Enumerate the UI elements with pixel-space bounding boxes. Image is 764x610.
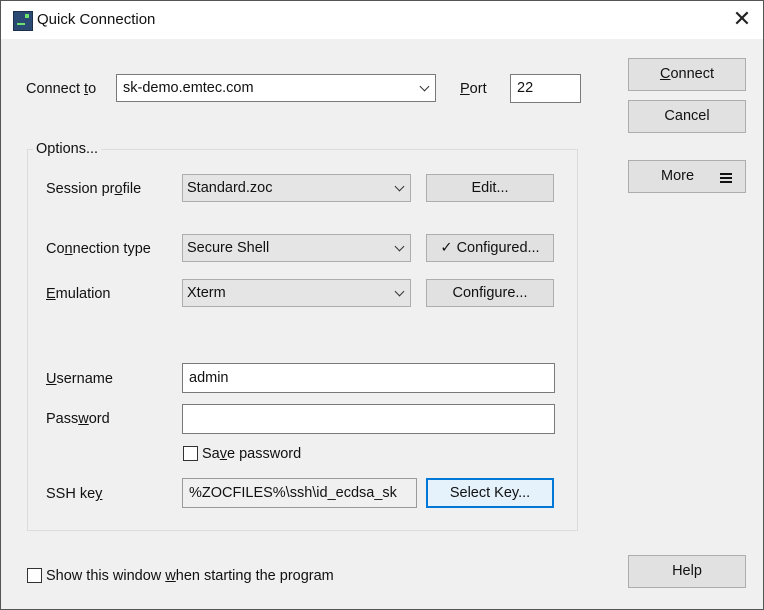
host-combobox[interactable]: sk-demo.emtec.com [116, 74, 436, 102]
connection-type-label-text: Co [46, 241, 65, 257]
close-icon[interactable]: ✕ [725, 5, 759, 35]
show-window-label-text-end: hen starting the program [175, 568, 334, 584]
session-profile-value: Standard.zoc [187, 180, 273, 196]
cancel-button[interactable]: Cancel [628, 100, 746, 133]
port-label-text: ort [469, 81, 487, 97]
app-icon-bar [17, 23, 25, 25]
session-profile-label-accelerator: o [114, 181, 123, 197]
username-label-text: sername [56, 371, 113, 387]
connect-to-label: Connect to [26, 81, 96, 97]
connect-to-label-text: Connect [26, 81, 85, 97]
emulation-label-accelerator: E [46, 286, 56, 302]
connection-type-label: Connection type [46, 241, 151, 257]
save-password-label-text-end: e password [227, 446, 302, 462]
show-window-label[interactable]: Show this window when starting the progr… [46, 568, 334, 584]
ssh-key-label-accelerator: y [95, 486, 103, 502]
session-profile-label: Session profile [46, 181, 141, 197]
options-group [27, 149, 578, 531]
save-password-label-accelerator: v [219, 446, 227, 462]
save-password-label[interactable]: Save password [202, 446, 301, 462]
more-button-label: More [661, 168, 695, 184]
connection-type-dropdown[interactable]: Secure Shell [182, 234, 411, 262]
chevron-down-icon[interactable] [394, 241, 405, 252]
title-bar: Quick Connection ✕ [1, 1, 763, 39]
connect-button-label: onnect [670, 66, 715, 82]
host-value: sk-demo.emtec.com [123, 80, 254, 96]
username-label-accelerator: U [46, 371, 57, 387]
port-label-accelerator: P [460, 81, 470, 97]
more-button[interactable]: More [628, 160, 746, 193]
connect-button[interactable]: Connect [628, 58, 746, 91]
edit-profile-button[interactable]: Edit... [426, 174, 554, 202]
connection-type-value: Secure Shell [187, 240, 270, 256]
password-label-text: Pass [46, 411, 79, 427]
show-window-label-text: Show this window [46, 568, 166, 584]
show-window-label-accelerator: w [165, 568, 176, 584]
chevron-down-icon[interactable] [394, 181, 405, 192]
password-field[interactable] [182, 404, 555, 434]
connect-to-label-text-end: o [88, 81, 97, 97]
password-label-text-end: ord [88, 411, 110, 427]
ssh-key-label-text: SSH ke [46, 486, 96, 502]
username-field[interactable]: admin [182, 363, 555, 393]
port-label: Port [460, 81, 487, 97]
emulation-label: Emulation [46, 286, 110, 302]
emulation-dropdown[interactable]: Xterm [182, 279, 411, 307]
window-title: Quick Connection [37, 11, 156, 28]
ssh-key-path-field[interactable]: %ZOCFILES%\ssh\id_ecdsa_sk [182, 478, 417, 508]
hamburger-menu-icon [720, 173, 732, 183]
emulation-value: Xterm [187, 285, 226, 301]
quick-connection-dialog: Quick Connection ✕ Connect to sk-demo.em… [0, 0, 764, 610]
username-label: Username [46, 371, 113, 387]
configured-button[interactable]: ✓ Configured... [426, 234, 554, 262]
chevron-down-icon[interactable] [419, 81, 430, 92]
session-profile-dropdown[interactable]: Standard.zoc [182, 174, 411, 202]
save-password-checkbox[interactable] [183, 446, 198, 461]
ssh-key-label: SSH key [46, 486, 102, 502]
connect-button-accelerator: C [659, 66, 671, 82]
session-profile-label-text-end: file [122, 181, 142, 197]
session-profile-label-text: Session pr [46, 181, 115, 197]
port-field[interactable]: 22 [510, 74, 581, 103]
select-key-button[interactable]: Select Key... [426, 478, 554, 508]
connection-type-label-text-end: nection type [72, 241, 151, 257]
connection-type-label-accelerator: n [64, 241, 73, 257]
save-password-label-text: Sa [202, 446, 220, 462]
show-window-checkbox[interactable] [27, 568, 42, 583]
password-label: Password [46, 411, 110, 427]
help-button[interactable]: Help [628, 555, 746, 588]
emulation-label-text: mulation [55, 286, 111, 302]
password-label-accelerator: w [78, 411, 89, 427]
zoc-terminal-icon [13, 11, 33, 31]
configure-emulation-button[interactable]: Configure... [426, 279, 554, 307]
options-group-title: Options... [33, 141, 102, 157]
app-icon-dot [25, 14, 29, 18]
chevron-down-icon[interactable] [394, 286, 405, 297]
